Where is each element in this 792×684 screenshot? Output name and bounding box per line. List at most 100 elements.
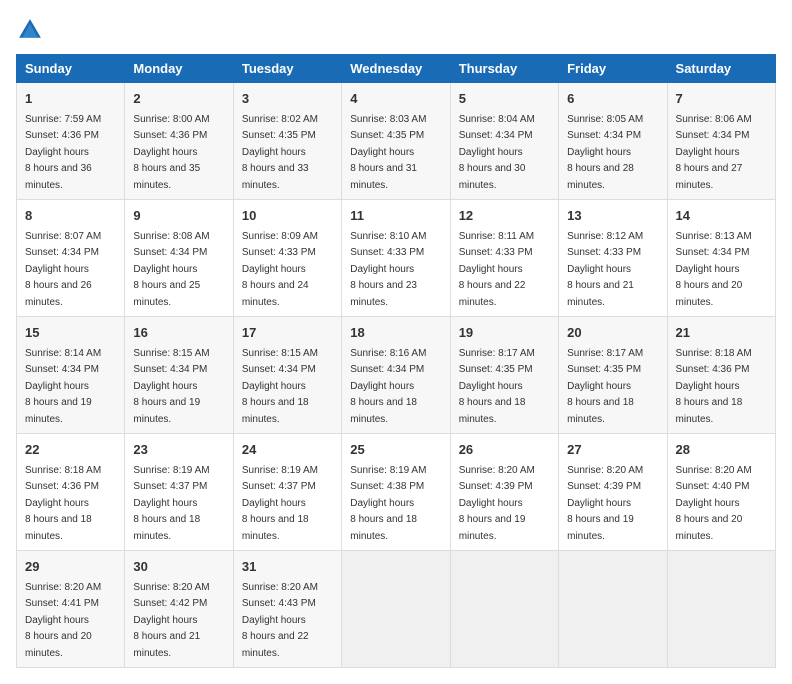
calendar-week-1: 1 Sunrise: 7:59 AMSunset: 4:36 PMDaylight… [17, 83, 776, 200]
day-number: 10 [242, 206, 333, 226]
calendar-day [450, 551, 558, 668]
day-info: Sunrise: 8:19 AMSunset: 4:38 PMDaylight … [350, 465, 426, 542]
day-number: 1 [25, 89, 116, 109]
day-info: Sunrise: 8:08 AMSunset: 4:34 PMDaylight … [133, 231, 209, 308]
day-number: 2 [133, 89, 224, 109]
day-number: 28 [676, 440, 767, 460]
calendar-header: SundayMondayTuesdayWednesdayThursdayFrid… [17, 55, 776, 83]
day-number: 11 [350, 206, 441, 226]
day-info: Sunrise: 8:06 AMSunset: 4:34 PMDaylight … [676, 114, 752, 191]
day-number: 18 [350, 323, 441, 343]
day-info: Sunrise: 8:16 AMSunset: 4:34 PMDaylight … [350, 348, 426, 425]
day-number: 22 [25, 440, 116, 460]
calendar-day: 27Sunrise: 8:20 AMSunset: 4:39 PMDayligh… [559, 434, 667, 551]
calendar-day: 6 Sunrise: 8:05 AMSunset: 4:34 PMDaylight… [559, 83, 667, 200]
calendar-day: 31 Sunrise: 8:20 AMSunset: 4:43 PMDayligh… [233, 551, 341, 668]
day-number: 7 [676, 89, 767, 109]
calendar-day: 25 Sunrise: 8:19 AMSunset: 4:38 PMDayligh… [342, 434, 450, 551]
calendar-day: 22 Sunrise: 8:18 AMSunset: 4:36 PMDayligh… [17, 434, 125, 551]
day-number: 12 [459, 206, 550, 226]
day-number: 30 [133, 557, 224, 577]
calendar-day: 28Sunrise: 8:20 AMSunset: 4:40 PMDayligh… [667, 434, 775, 551]
day-number: 14 [676, 206, 767, 226]
day-info: Sunrise: 8:02 AMSunset: 4:35 PMDaylight … [242, 114, 318, 191]
calendar-day: 14 Sunrise: 8:13 AMSunset: 4:34 PMDayligh… [667, 200, 775, 317]
calendar-day: 12Sunrise: 8:11 AMSunset: 4:33 PMDayligh… [450, 200, 558, 317]
calendar-week-3: 15Sunrise: 8:14 AMSunset: 4:34 PMDayligh… [17, 317, 776, 434]
calendar-table: SundayMondayTuesdayWednesdayThursdayFrid… [16, 54, 776, 668]
calendar-day [559, 551, 667, 668]
page-header [16, 16, 776, 44]
calendar-day: 17 Sunrise: 8:15 AMSunset: 4:34 PMDayligh… [233, 317, 341, 434]
calendar-day [667, 551, 775, 668]
calendar-body: 1 Sunrise: 7:59 AMSunset: 4:36 PMDaylight… [17, 83, 776, 668]
day-number: 17 [242, 323, 333, 343]
day-info: Sunrise: 8:12 AMSunset: 4:33 PMDaylight … [567, 231, 643, 308]
calendar-day: 16 Sunrise: 8:15 AMSunset: 4:34 PMDayligh… [125, 317, 233, 434]
day-number: 6 [567, 89, 658, 109]
day-info: Sunrise: 8:20 AMSunset: 4:39 PMDaylight … [459, 465, 535, 542]
day-number: 29 [25, 557, 116, 577]
day-number: 21 [676, 323, 767, 343]
calendar-day: 19Sunrise: 8:17 AMSunset: 4:35 PMDayligh… [450, 317, 558, 434]
calendar-day: 8 Sunrise: 8:07 AMSunset: 4:34 PMDaylight… [17, 200, 125, 317]
weekday-header-wednesday: Wednesday [342, 55, 450, 83]
day-info: Sunrise: 8:20 AMSunset: 4:39 PMDaylight … [567, 465, 643, 542]
calendar-day: 4 Sunrise: 8:03 AMSunset: 4:35 PMDaylight… [342, 83, 450, 200]
calendar-day: 7 Sunrise: 8:06 AMSunset: 4:34 PMDaylight… [667, 83, 775, 200]
day-number: 8 [25, 206, 116, 226]
weekday-header-friday: Friday [559, 55, 667, 83]
calendar-day: 18 Sunrise: 8:16 AMSunset: 4:34 PMDayligh… [342, 317, 450, 434]
logo-icon [16, 16, 44, 44]
calendar-day: 5 Sunrise: 8:04 AMSunset: 4:34 PMDaylight… [450, 83, 558, 200]
day-number: 20 [567, 323, 658, 343]
day-info: Sunrise: 8:17 AMSunset: 4:35 PMDaylight … [459, 348, 535, 425]
logo [16, 16, 48, 44]
day-number: 13 [567, 206, 658, 226]
day-info: Sunrise: 8:00 AMSunset: 4:36 PMDaylight … [133, 114, 209, 191]
calendar-day: 13 Sunrise: 8:12 AMSunset: 4:33 PMDayligh… [559, 200, 667, 317]
day-info: Sunrise: 8:18 AMSunset: 4:36 PMDaylight … [676, 348, 752, 425]
day-number: 25 [350, 440, 441, 460]
day-info: Sunrise: 7:59 AMSunset: 4:36 PMDaylight … [25, 114, 101, 191]
calendar-day: 21 Sunrise: 8:18 AMSunset: 4:36 PMDayligh… [667, 317, 775, 434]
day-info: Sunrise: 8:15 AMSunset: 4:34 PMDaylight … [133, 348, 209, 425]
calendar-day: 9Sunrise: 8:08 AMSunset: 4:34 PMDaylight… [125, 200, 233, 317]
calendar-day: 2 Sunrise: 8:00 AMSunset: 4:36 PMDaylight… [125, 83, 233, 200]
day-number: 4 [350, 89, 441, 109]
header-row: SundayMondayTuesdayWednesdayThursdayFrid… [17, 55, 776, 83]
calendar-week-5: 29 Sunrise: 8:20 AMSunset: 4:41 PMDayligh… [17, 551, 776, 668]
calendar-day: 24Sunrise: 8:19 AMSunset: 4:37 PMDayligh… [233, 434, 341, 551]
calendar-day: 23Sunrise: 8:19 AMSunset: 4:37 PMDayligh… [125, 434, 233, 551]
day-info: Sunrise: 8:18 AMSunset: 4:36 PMDaylight … [25, 465, 101, 542]
day-number: 26 [459, 440, 550, 460]
day-info: Sunrise: 8:15 AMSunset: 4:34 PMDaylight … [242, 348, 318, 425]
calendar-day: 11Sunrise: 8:10 AMSunset: 4:33 PMDayligh… [342, 200, 450, 317]
day-info: Sunrise: 8:20 AMSunset: 4:43 PMDaylight … [242, 582, 318, 659]
weekday-header-saturday: Saturday [667, 55, 775, 83]
calendar-week-2: 8 Sunrise: 8:07 AMSunset: 4:34 PMDaylight… [17, 200, 776, 317]
weekday-header-thursday: Thursday [450, 55, 558, 83]
day-info: Sunrise: 8:20 AMSunset: 4:41 PMDaylight … [25, 582, 101, 659]
day-info: Sunrise: 8:14 AMSunset: 4:34 PMDaylight … [25, 348, 101, 425]
day-info: Sunrise: 8:05 AMSunset: 4:34 PMDaylight … [567, 114, 643, 191]
calendar-day: 15Sunrise: 8:14 AMSunset: 4:34 PMDayligh… [17, 317, 125, 434]
calendar-day [342, 551, 450, 668]
day-number: 5 [459, 89, 550, 109]
calendar-day: 1 Sunrise: 7:59 AMSunset: 4:36 PMDaylight… [17, 83, 125, 200]
day-info: Sunrise: 8:19 AMSunset: 4:37 PMDaylight … [133, 465, 209, 542]
day-info: Sunrise: 8:17 AMSunset: 4:35 PMDaylight … [567, 348, 643, 425]
weekday-header-monday: Monday [125, 55, 233, 83]
calendar-day: 20 Sunrise: 8:17 AMSunset: 4:35 PMDayligh… [559, 317, 667, 434]
calendar-day: 29 Sunrise: 8:20 AMSunset: 4:41 PMDayligh… [17, 551, 125, 668]
day-info: Sunrise: 8:13 AMSunset: 4:34 PMDaylight … [676, 231, 752, 308]
day-info: Sunrise: 8:07 AMSunset: 4:34 PMDaylight … [25, 231, 101, 308]
day-info: Sunrise: 8:04 AMSunset: 4:34 PMDaylight … [459, 114, 535, 191]
day-info: Sunrise: 8:09 AMSunset: 4:33 PMDaylight … [242, 231, 318, 308]
day-number: 31 [242, 557, 333, 577]
weekday-header-tuesday: Tuesday [233, 55, 341, 83]
day-info: Sunrise: 8:03 AMSunset: 4:35 PMDaylight … [350, 114, 426, 191]
calendar-week-4: 22 Sunrise: 8:18 AMSunset: 4:36 PMDayligh… [17, 434, 776, 551]
day-number: 24 [242, 440, 333, 460]
day-number: 16 [133, 323, 224, 343]
